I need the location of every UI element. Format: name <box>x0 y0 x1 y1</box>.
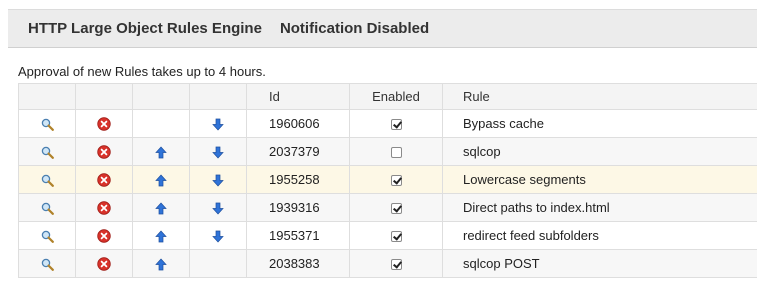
enabled-checkbox[interactable] <box>390 119 402 131</box>
arrow-up-icon[interactable] <box>155 200 167 215</box>
view-cell <box>18 109 76 138</box>
arrow-down-icon[interactable] <box>212 144 224 159</box>
arrow-down-icon[interactable] <box>212 200 224 215</box>
magnifier-icon[interactable] <box>41 256 54 271</box>
move-down-cell <box>189 109 247 138</box>
move-up-cell <box>132 137 190 166</box>
view-cell <box>18 193 76 222</box>
move-up-cell <box>132 165 190 194</box>
enabled-cell <box>349 137 443 166</box>
enabled-checkbox[interactable] <box>390 175 402 187</box>
enabled-checkbox[interactable] <box>390 147 402 159</box>
view-cell <box>18 249 76 278</box>
move-down-cell <box>189 137 247 166</box>
delete-icon[interactable] <box>97 228 111 243</box>
delete-icon[interactable] <box>97 144 111 159</box>
table-row: 2038383 sqlcop POST <box>18 249 757 278</box>
column-header-rule[interactable]: Rule <box>442 83 757 110</box>
enabled-checkbox[interactable] <box>390 231 402 243</box>
column-header-delete <box>75 83 133 110</box>
arrow-down-icon[interactable] <box>212 116 224 131</box>
table-row: 1939316 Direct paths to index.html <box>18 193 757 222</box>
column-header-view <box>18 83 76 110</box>
magnifier-icon[interactable] <box>41 172 54 187</box>
move-down-cell <box>189 221 247 250</box>
view-cell <box>18 221 76 250</box>
rule-name: Bypass cache <box>442 109 757 138</box>
table-row: 1955258 Lowercase segments <box>18 165 757 194</box>
move-up-cell <box>132 109 190 138</box>
magnifier-icon[interactable] <box>41 200 54 215</box>
move-up-cell <box>132 193 190 222</box>
move-down-cell <box>189 193 247 222</box>
table-row: 1955371 redirect feed subfolders <box>18 221 757 250</box>
notification-status: Notification Disabled <box>279 20 430 37</box>
approval-note: Approval of new Rules takes up to 4 hour… <box>18 64 266 79</box>
delete-cell <box>75 193 133 222</box>
view-cell <box>18 165 76 194</box>
enabled-checkbox[interactable] <box>390 259 402 271</box>
enabled-cell <box>349 193 443 222</box>
rule-id: 1939316 <box>246 193 350 222</box>
rule-name: Lowercase segments <box>442 165 757 194</box>
arrow-down-icon[interactable] <box>212 172 224 187</box>
enabled-cell <box>349 165 443 194</box>
move-down-cell <box>189 249 247 278</box>
move-down-cell <box>189 165 247 194</box>
table-header-row: Id Enabled Rule <box>18 83 757 110</box>
enabled-cell <box>349 249 443 278</box>
magnifier-icon[interactable] <box>41 144 54 159</box>
rule-name: Direct paths to index.html <box>442 193 757 222</box>
delete-icon[interactable] <box>97 116 111 131</box>
delete-icon[interactable] <box>97 172 111 187</box>
arrow-up-icon[interactable] <box>155 144 167 159</box>
delete-icon[interactable] <box>97 200 111 215</box>
arrow-down-icon[interactable] <box>212 228 224 243</box>
delete-cell <box>75 221 133 250</box>
delete-cell <box>75 137 133 166</box>
delete-cell <box>75 249 133 278</box>
magnifier-icon[interactable] <box>41 116 54 131</box>
move-up-cell <box>132 249 190 278</box>
column-header-id[interactable]: Id <box>246 83 350 110</box>
move-up-cell <box>132 221 190 250</box>
magnifier-icon[interactable] <box>41 228 54 243</box>
view-cell <box>18 137 76 166</box>
rule-name: sqlcop POST <box>442 249 757 278</box>
delete-cell <box>75 165 133 194</box>
column-header-enabled[interactable]: Enabled <box>349 83 443 110</box>
delete-icon[interactable] <box>97 256 111 271</box>
rule-id: 2038383 <box>246 249 350 278</box>
panel-header: HTTP Large Object Rules Engine Notificat… <box>8 9 757 48</box>
rule-id: 1955258 <box>246 165 350 194</box>
rule-name: redirect feed subfolders <box>442 221 757 250</box>
rules-table: Id Enabled Rule 1960606 Bypass cache 20373… <box>18 83 757 278</box>
rule-name: sqlcop <box>442 137 757 166</box>
table-row: 1960606 Bypass cache <box>18 109 757 138</box>
enabled-cell <box>349 109 443 138</box>
rule-id: 1955371 <box>246 221 350 250</box>
arrow-up-icon[interactable] <box>155 172 167 187</box>
rule-id: 2037379 <box>246 137 350 166</box>
delete-cell <box>75 109 133 138</box>
arrow-up-icon[interactable] <box>155 256 167 271</box>
column-header-move-up <box>132 83 190 110</box>
page-title: HTTP Large Object Rules Engine <box>28 20 262 37</box>
rule-id: 1960606 <box>246 109 350 138</box>
column-header-move-down <box>189 83 247 110</box>
enabled-cell <box>349 221 443 250</box>
arrow-up-icon[interactable] <box>155 228 167 243</box>
enabled-checkbox[interactable] <box>390 203 402 215</box>
table-row: 2037379 sqlcop <box>18 137 757 166</box>
